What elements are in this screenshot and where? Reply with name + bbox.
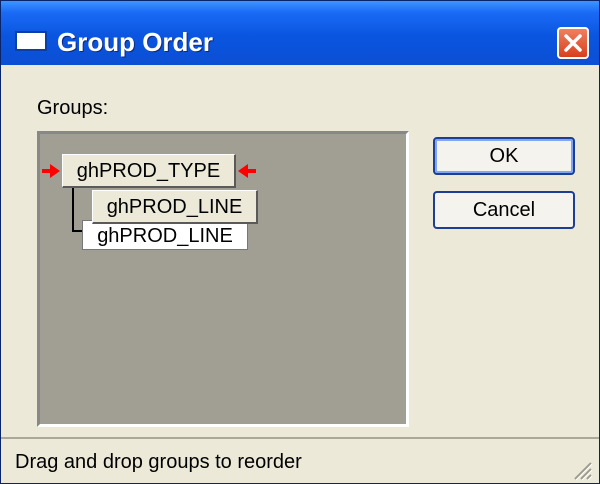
- group-node-prod-line[interactable]: ghPROD_LINE: [82, 220, 248, 250]
- dragged-group-node[interactable]: ghPROD_LINE: [92, 190, 258, 224]
- groups-tree[interactable]: ghPROD_TYPE ghPROD_LINE ghPROD_LINE: [37, 131, 409, 427]
- status-bar: Drag and drop groups to reorder: [1, 437, 599, 483]
- status-text: Drag and drop groups to reorder: [15, 451, 302, 473]
- tree-connector: [72, 188, 74, 232]
- drop-arrow-right-icon: [42, 164, 60, 178]
- group-node-label: ghPROD_TYPE: [76, 160, 221, 182]
- cancel-button[interactable]: Cancel: [433, 191, 575, 229]
- window-icon: [15, 31, 47, 51]
- group-node-label: ghPROD_LINE: [106, 196, 243, 218]
- drop-arrow-left-icon: [238, 164, 256, 178]
- ok-button[interactable]: OK: [433, 137, 575, 175]
- window-title: Group Order: [57, 27, 214, 57]
- resize-grip-icon[interactable]: [569, 457, 593, 481]
- close-icon: [564, 34, 582, 52]
- group-node-label: ghPROD_LINE: [97, 225, 233, 247]
- group-order-dialog: Group Order Groups: ghPROD_TYPE ghPROD_L…: [0, 0, 600, 484]
- title-bar[interactable]: Group Order: [1, 1, 599, 65]
- tree-connector: [72, 230, 82, 232]
- close-button[interactable]: [557, 27, 589, 59]
- groups-label: Groups:: [37, 97, 109, 119]
- group-node-prod-type[interactable]: ghPROD_TYPE: [62, 154, 236, 188]
